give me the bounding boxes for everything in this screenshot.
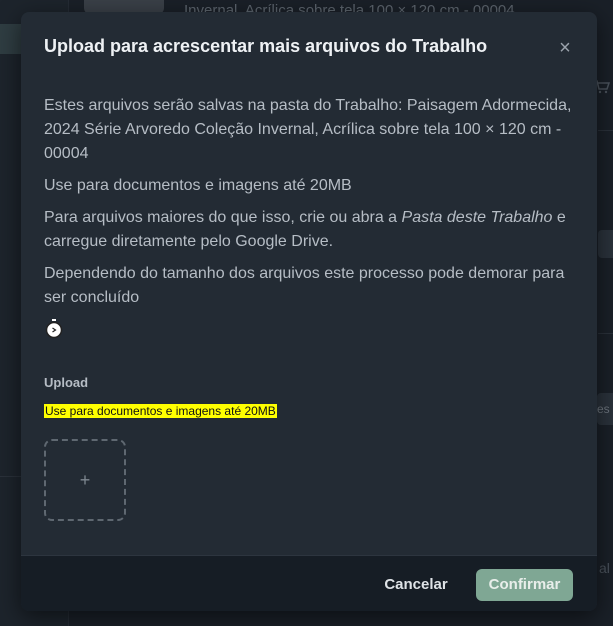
processing-time-text: Dependendo do tamanho dos arquivos este … (44, 265, 565, 306)
background-divider (598, 333, 613, 334)
cancel-button[interactable]: Cancelar (376, 569, 456, 601)
background-divider (598, 130, 613, 131)
dialog-title: Upload para acrescentar mais arquivos do… (44, 36, 488, 56)
plus-icon: + (79, 470, 91, 490)
upload-hint: Use para documentos e imagens até 20MB (44, 404, 277, 418)
background-control (598, 230, 613, 258)
dialog-body: Estes arquivos serão salvas na pasta do … (44, 94, 574, 318)
large-files-text-start: Para arquivos maiores do que isso, crie … (44, 209, 402, 226)
file-dropzone[interactable]: + (44, 439, 126, 521)
destination-folder-text: Estes arquivos serão salvas na pasta do … (44, 97, 572, 162)
background-text: al (599, 560, 610, 576)
size-limit-text: Use para documentos e imagens até 20MB (44, 177, 352, 194)
close-icon: × (559, 37, 571, 59)
stopwatch-icon (44, 318, 64, 340)
upload-dialog: Upload para acrescentar mais arquivos do… (21, 12, 597, 611)
confirm-button[interactable]: Confirmar (476, 569, 573, 601)
close-button[interactable]: × (555, 36, 575, 60)
upload-section-label: Upload (44, 375, 89, 390)
dialog-header: Upload para acrescentar mais arquivos do… (21, 12, 597, 82)
dialog-footer: Cancelar Confirmar (21, 555, 597, 611)
background-button: es (597, 393, 613, 425)
work-folder-link[interactable]: Pasta deste Trabalho (402, 209, 553, 226)
large-files-text: Para arquivos maiores do que isso, crie … (44, 206, 574, 254)
